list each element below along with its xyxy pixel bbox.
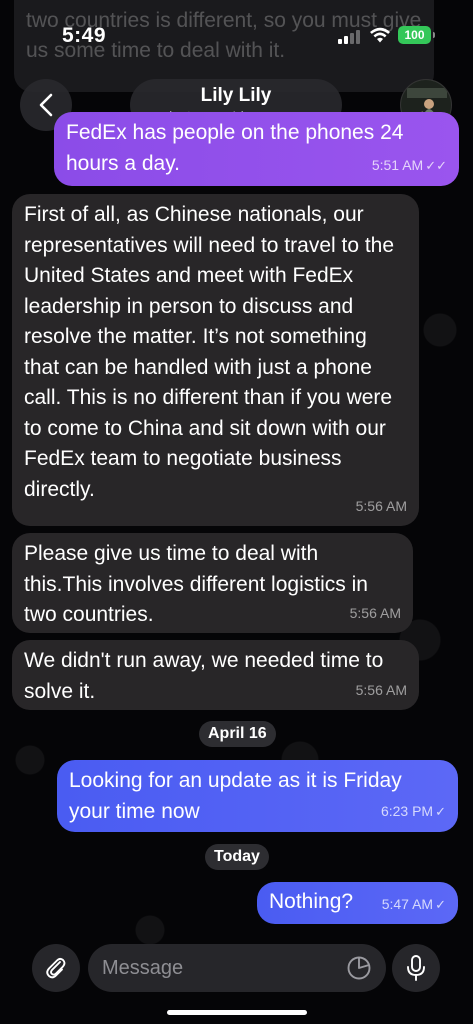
- check-icon: ✓: [435, 896, 446, 912]
- date-separator: April 16: [199, 721, 276, 747]
- double-check-icon: ✓✓: [425, 157, 447, 173]
- date-separator: Today: [205, 844, 269, 870]
- message-time: 5:47 AM: [381, 895, 434, 912]
- message-bubble-incoming[interactable]: We didn't run away, we needed time to so…: [12, 640, 419, 710]
- message-time: 6:23 PM: [380, 802, 434, 819]
- message-text: First of all, as Chinese nationals, our …: [24, 203, 395, 501]
- message-text: Please give us time to deal with this.Th…: [24, 542, 368, 626]
- message-time: 5:56 AM: [355, 497, 407, 514]
- message-bubble-outgoing[interactable]: Nothing? 5:47 AM ✓: [257, 882, 458, 924]
- message-bubble-outgoing[interactable]: FedEx has people on the phones 24 hours …: [54, 112, 459, 186]
- message-meta: 5:47 AM ✓: [382, 889, 446, 921]
- message-time: 5:56 AM: [355, 681, 407, 698]
- message-list[interactable]: FedEx has people on the phones 24 hours …: [0, 0, 473, 1024]
- attach-button[interactable]: [32, 944, 80, 992]
- message-bubble-incoming[interactable]: First of all, as Chinese nationals, our …: [12, 194, 419, 526]
- sticker-icon[interactable]: [346, 955, 372, 981]
- microphone-icon: [407, 955, 425, 981]
- message-time: 5:51 AM: [371, 156, 424, 173]
- paperclip-icon: [46, 957, 66, 979]
- message-bubble-outgoing[interactable]: Looking for an update as it is Friday yo…: [57, 760, 458, 832]
- home-indicator[interactable]: [167, 1010, 307, 1015]
- microphone-button[interactable]: [392, 944, 440, 992]
- message-meta: 5:51 AM ✓✓: [372, 150, 447, 182]
- message-input[interactable]: [88, 944, 386, 992]
- message-text: We didn't run away, we needed time to so…: [24, 649, 384, 703]
- message-bubble-incoming[interactable]: Please give us time to deal with this.Th…: [12, 533, 413, 633]
- message-meta: 6:23 PM ✓: [381, 796, 446, 828]
- message-time: 5:56 AM: [349, 604, 401, 621]
- check-icon: ✓: [435, 803, 446, 819]
